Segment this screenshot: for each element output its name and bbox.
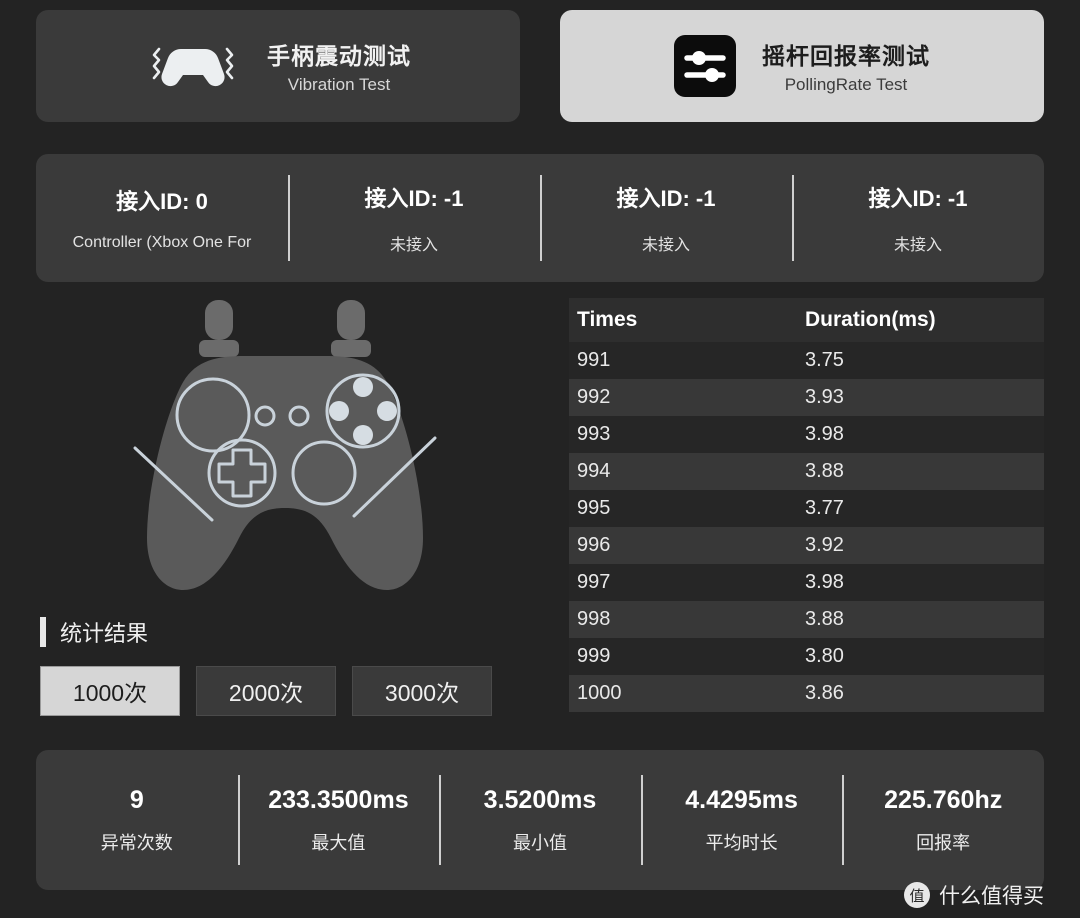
cell-times: 999: [569, 638, 797, 675]
count-button-1000[interactable]: 1000次: [40, 666, 180, 716]
tab-vibration-test[interactable]: 手柄震动测试 Vibration Test: [36, 10, 520, 122]
watermark: 值 什么值得买: [904, 880, 1044, 910]
tab-polling-rate-title-en: PollingRate Test: [784, 75, 908, 94]
summary-min-label: 最小值: [512, 832, 567, 853]
right-column: Times Duration(ms) 991 3.75 992 3.93 993: [533, 298, 1044, 738]
polling-data-table: Times Duration(ms) 991 3.75 992 3.93 993: [569, 298, 1044, 712]
controller-slot-3-name: 未接入: [893, 237, 942, 254]
controller-slot-1[interactable]: 接入ID: -1 未接入: [288, 175, 540, 261]
table-header-row: Times Duration(ms): [569, 298, 1044, 342]
summary-average-label: 平均时长: [705, 832, 778, 853]
cell-duration: 3.93: [797, 379, 1044, 416]
controller-slots-panel: 接入ID: 0 Controller (Xbox One For 接入ID: -…: [36, 154, 1044, 282]
controller-slot-2-id: 接入ID: -1: [616, 186, 716, 211]
summary-polling-rate: 225.760hz 回报率: [842, 775, 1044, 865]
watermark-badge-icon: 值: [904, 882, 930, 908]
test-mode-tabs: 手柄震动测试 Vibration Test 摇杆回报率测试 PollingRat…: [36, 10, 1044, 122]
summary-average-value: 4.4295ms: [685, 785, 798, 814]
summary-polling-rate-label: 回报率: [916, 832, 971, 853]
left-column: 统计结果 1000次 2000次 3000次: [36, 298, 533, 738]
controller-slot-2-name: 未接入: [641, 237, 690, 254]
summary-anomaly-count-label: 异常次数: [100, 832, 173, 853]
polling-rate-test-app: 手柄震动测试 Vibration Test 摇杆回报率测试 PollingRat…: [0, 0, 1080, 918]
summary-max: 233.3500ms 最大值: [237, 775, 440, 865]
cell-times: 991: [569, 342, 797, 379]
statistics-section-label: 统计结果: [60, 621, 149, 646]
watermark-text: 什么值得买: [939, 885, 1044, 908]
main-content: 统计结果 1000次 2000次 3000次 Times Duration(ms…: [36, 298, 1044, 738]
tab-polling-rate-text: 摇杆回报率测试 PollingRate Test: [762, 37, 930, 95]
cell-times: 998: [569, 601, 797, 638]
cell-times: 992: [569, 379, 797, 416]
tab-polling-rate-title-cn: 摇杆回报率测试: [762, 43, 930, 69]
controller-slot-1-id: 接入ID: -1: [364, 186, 464, 211]
table-row[interactable]: 996 3.92: [569, 527, 1044, 564]
cell-times: 1000: [569, 675, 797, 712]
cell-duration: 3.77: [797, 490, 1044, 527]
cell-duration: 3.98: [797, 416, 1044, 453]
cell-times: 995: [569, 490, 797, 527]
cell-duration: 3.92: [797, 527, 1044, 564]
gamepad-illustration-wrap: [36, 298, 533, 598]
controller-slot-0-name: Controller (Xbox One For: [72, 234, 252, 251]
column-header-times: Times: [569, 298, 797, 342]
table-body: 991 3.75 992 3.93 993 3.98 994 3.88 995 …: [569, 342, 1044, 712]
tab-polling-rate-test[interactable]: 摇杆回报率测试 PollingRate Test: [560, 10, 1044, 122]
accent-bar: [40, 617, 46, 647]
sliders-icon: [674, 35, 736, 97]
cell-duration: 3.88: [797, 601, 1044, 638]
table-row[interactable]: 998 3.88: [569, 601, 1044, 638]
summary-max-value: 233.3500ms: [268, 785, 409, 814]
tab-vibration-text: 手柄震动测试 Vibration Test: [267, 37, 411, 95]
cell-duration: 3.80: [797, 638, 1044, 675]
controller-slot-3-id: 接入ID: -1: [868, 186, 968, 211]
controller-slot-1-name: 未接入: [389, 237, 438, 254]
cell-times: 994: [569, 453, 797, 490]
statistics-section-header: 统计结果: [36, 616, 533, 648]
table-row[interactable]: 991 3.75: [569, 342, 1044, 379]
cell-duration: 3.86: [797, 675, 1044, 712]
table-row[interactable]: 995 3.77: [569, 490, 1044, 527]
cell-times: 997: [569, 564, 797, 601]
gamepad-vibration-icon: [145, 35, 241, 97]
cell-times: 993: [569, 416, 797, 453]
controller-slot-3[interactable]: 接入ID: -1 未接入: [792, 175, 1044, 261]
count-button-2000[interactable]: 2000次: [196, 666, 336, 716]
table-header: Times Duration(ms): [569, 298, 1044, 342]
sample-count-buttons: 1000次 2000次 3000次: [36, 666, 533, 716]
table-row[interactable]: 993 3.98: [569, 416, 1044, 453]
summary-statistics-panel: 9 异常次数 233.3500ms 最大值 3.5200ms 最小值 4.429…: [36, 750, 1044, 890]
summary-min: 3.5200ms 最小值: [439, 775, 641, 865]
summary-polling-rate-value: 225.760hz: [884, 785, 1003, 814]
cell-times: 996: [569, 527, 797, 564]
summary-anomaly-count: 9 异常次数: [36, 775, 238, 865]
table-row[interactable]: 994 3.88: [569, 453, 1044, 490]
table-row[interactable]: 992 3.93: [569, 379, 1044, 416]
table-row[interactable]: 997 3.98: [569, 564, 1044, 601]
table-row[interactable]: 1000 3.86: [569, 675, 1044, 712]
gamepad-illustration: [133, 300, 436, 590]
summary-anomaly-count-value: 9: [129, 785, 144, 814]
controller-slot-0-id: 接入ID: 0: [116, 189, 208, 214]
summary-max-label: 最大值: [311, 832, 366, 853]
count-button-3000[interactable]: 3000次: [352, 666, 492, 716]
table-row[interactable]: 999 3.80: [569, 638, 1044, 675]
controller-slot-2[interactable]: 接入ID: -1 未接入: [540, 175, 792, 261]
cell-duration: 3.98: [797, 564, 1044, 601]
tab-vibration-title-en: Vibration Test: [287, 75, 391, 94]
summary-min-value: 3.5200ms: [483, 785, 597, 814]
column-header-duration: Duration(ms): [797, 298, 1044, 342]
summary-average: 4.4295ms 平均时长: [640, 775, 843, 865]
cell-duration: 3.75: [797, 342, 1044, 379]
cell-duration: 3.88: [797, 453, 1044, 490]
controller-slot-0[interactable]: 接入ID: 0 Controller (Xbox One For: [36, 175, 288, 261]
tab-vibration-title-cn: 手柄震动测试: [267, 43, 411, 69]
